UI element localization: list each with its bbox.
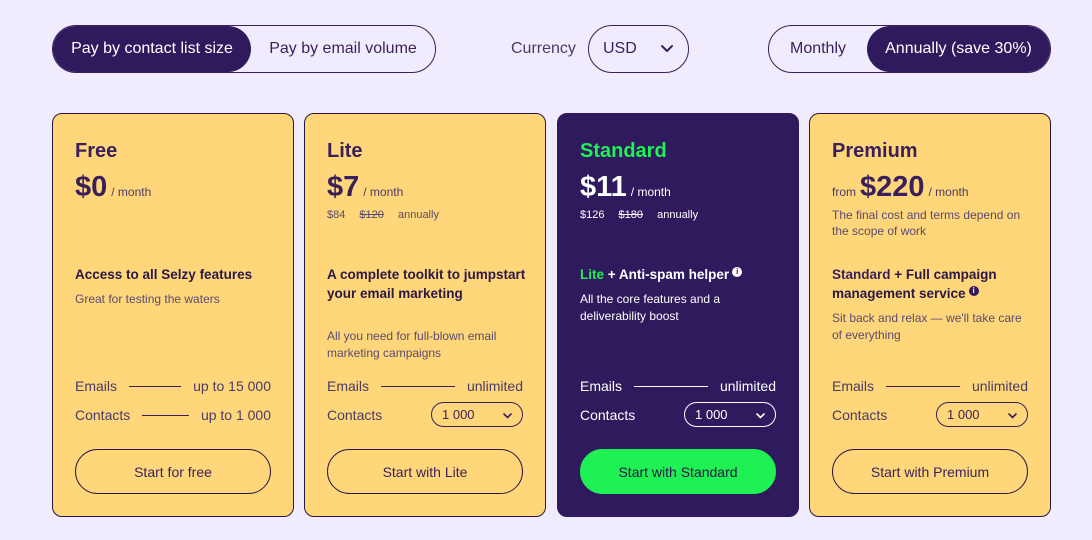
start-lite-button[interactable]: Start with Lite [327,449,523,494]
plan-card-premium: Premium from $220 / month The final cost… [809,113,1051,517]
feature-description: Great for testing the waters [75,292,220,306]
annual-amount: $84 [327,209,346,221]
contacts-row: Contacts up to 1 000 [75,405,271,425]
annual-word: annually [657,209,699,221]
emails-label: Emails [580,378,623,394]
contacts-value: up to 1 000 [200,407,271,423]
currency-label: Currency [511,40,576,57]
contacts-label: Contacts [327,407,383,423]
chevron-down-icon [1008,413,1017,419]
price-period: / month [928,185,969,199]
annual-amount: $126 [580,209,605,221]
feature-highlight: Lite [580,267,605,282]
feature-title: Access to all Selzy features [75,267,253,282]
feature-highlight: Standard [832,267,891,282]
emails-row: Emails up to 15 000 [75,376,271,396]
info-icon[interactable]: i [732,267,743,277]
plan-name: Standard [580,140,667,162]
plan-card-free: Free $0 / month Access to all Selzy feat… [52,113,294,517]
annual-price: $84 $120 annually [327,209,450,221]
plan-card-standard: Standard $11 / month $126 $180 annually … [557,113,799,517]
plan-terms: The final cost and terms depend on the s… [832,208,1021,238]
contacts-select[interactable]: 1 000 [684,402,776,427]
currency-value: USD [603,40,637,57]
annual-old-price: $180 [618,209,644,221]
divider [886,385,960,387]
start-premium-button[interactable]: Start with Premium [832,449,1028,494]
emails-row: Emails unlimited [832,376,1028,396]
emails-label: Emails [832,378,875,394]
emails-label: Emails [75,378,118,394]
plan-price: $11 / month [580,171,671,204]
chevron-down-icon [756,413,765,419]
emails-label: Emails [327,378,370,394]
contacts-select-value: 1 000 [947,407,980,422]
divider [142,414,189,416]
annually-option[interactable]: Annually (save 30%) [867,26,1050,72]
info-icon[interactable]: i [968,285,979,296]
chevron-down-icon [503,413,512,419]
annual-old-price: $120 [359,209,384,221]
price-period: / month [630,185,671,199]
feature-title-rest: + Anti-spam helper [607,267,730,282]
plan-price: from $220 / month [832,171,969,204]
billing-period-toggle: Monthly Annually (save 30%) [768,25,1051,73]
contact-size-option[interactable]: Pay by contact list size [53,26,251,72]
emails-value: up to 15 000 [193,378,271,394]
emails-value: unlimited [971,378,1028,394]
price-amount: $220 [860,171,925,203]
divider [381,385,455,387]
contacts-label: Contacts [75,407,131,423]
annual-price: $126 $180 annually [580,209,709,221]
price-prefix: from [832,185,856,199]
feature-title: A complete toolkit to jumpstart your ema… [327,267,526,301]
annual-word: annually [397,209,439,221]
feature-description: All you need for full-blown email market… [327,329,497,360]
plan-name: Free [75,140,118,162]
contacts-select-value: 1 000 [695,407,728,422]
divider [634,385,708,387]
email-volume-option[interactable]: Pay by email volume [251,26,435,72]
currency-select[interactable]: USD [588,25,689,73]
chevron-down-icon [661,45,673,52]
divider [129,385,182,387]
plan-card-lite: Lite $7 / month $84 $120 annually A comp… [304,113,546,517]
price-period: / month [363,185,404,199]
feature-description: Sit back and relax — we'll take care of … [832,311,1022,342]
emails-value: unlimited [466,378,523,394]
plan-price: $7 / month [327,171,403,204]
contacts-select-value: 1 000 [442,407,475,422]
price-amount: $11 [580,171,627,203]
plan-name: Lite [327,140,363,162]
contacts-select[interactable]: 1 000 [936,402,1028,427]
start-standard-button[interactable]: Start with Standard [580,449,776,494]
emails-row: Emails unlimited [580,376,776,396]
monthly-option[interactable]: Monthly [769,26,867,72]
contacts-label: Contacts [580,407,636,423]
plan-price: $0 / month [75,171,151,204]
feature-title: Standard + Full campaign management serv… [832,266,1032,303]
emails-row: Emails unlimited [327,376,523,396]
plan-name: Premium [832,140,918,162]
feature-description: All the core features and a deliverabili… [580,292,721,323]
pricing-controls: Pay by contact list size Pay by email vo… [0,0,1092,100]
feature-title: Lite + Anti-spam helper i [580,266,780,285]
start-free-button[interactable]: Start for free [75,449,271,494]
price-amount: $7 [327,171,360,203]
contacts-label: Contacts [832,407,888,423]
price-period: / month [111,185,152,199]
billing-basis-toggle: Pay by contact list size Pay by email vo… [52,25,436,73]
contacts-select[interactable]: 1 000 [431,402,523,427]
emails-value: unlimited [719,378,776,394]
price-amount: $0 [75,171,108,203]
